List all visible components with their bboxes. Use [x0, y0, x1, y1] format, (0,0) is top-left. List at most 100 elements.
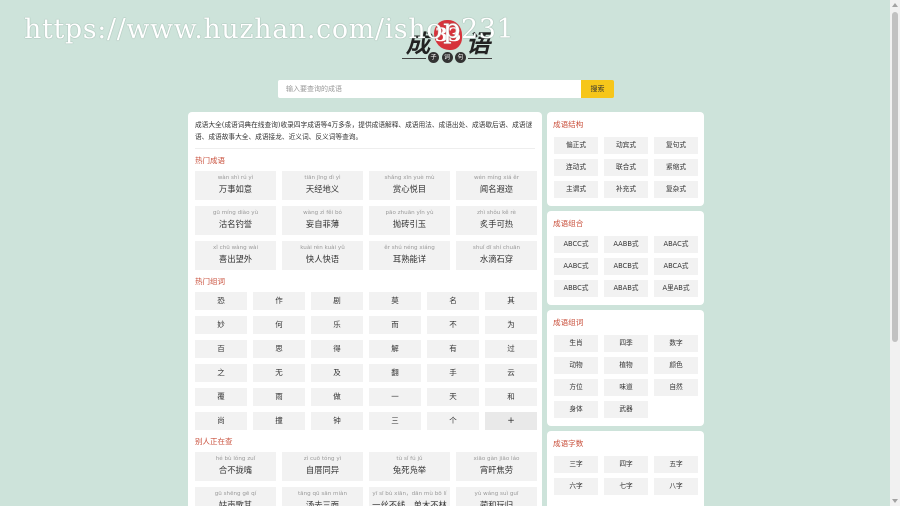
structure-chip[interactable]: 偏正式 — [554, 137, 598, 154]
word-chip[interactable]: 覆 — [195, 388, 247, 406]
idiom-card[interactable]: ěr shú néng xiáng 耳熟能详 — [369, 241, 450, 270]
idiom-card[interactable]: zhì shǒu kě rè 炙手可热 — [456, 206, 537, 235]
idiom-card[interactable]: xǐ chū wàng wài 喜出望外 — [195, 241, 276, 270]
combo-chip[interactable]: ABBC式 — [554, 280, 598, 297]
groupwords-chip[interactable]: 动物 — [554, 357, 598, 374]
idiom-card[interactable]: yù wáng suì guī 蔺和玩归 — [456, 487, 537, 506]
idiom-card[interactable]: hé bù lǒng zuǐ 合不拢嘴 — [195, 452, 276, 481]
idiom-card[interactable]: gū míng diào yù 沽名钓誉 — [195, 206, 276, 235]
idiom-card[interactable]: yī sī bù xiān，dān mù bō lí 一丝不线，单木不林 — [369, 487, 450, 506]
count-chip[interactable]: 三字 — [554, 456, 598, 473]
idiom-card[interactable]: wén míng xiá ěr 闻名遐迩 — [456, 171, 537, 200]
search-input[interactable] — [278, 80, 581, 98]
word-chip[interactable]: 不 — [427, 316, 479, 334]
word-chip[interactable]: 过 — [485, 340, 537, 358]
combo-chip[interactable]: AABB式 — [604, 236, 648, 253]
combo-chip[interactable]: AABC式 — [554, 258, 598, 275]
word-chip[interactable]: 有 — [427, 340, 479, 358]
scroll-down-icon[interactable] — [892, 499, 898, 503]
idiom-card[interactable]: gū shēng gē qí 姑声歌其 — [195, 487, 276, 506]
word-chip[interactable]: 天 — [427, 388, 479, 406]
structure-chip[interactable]: 紧缩式 — [654, 159, 698, 176]
word-chip[interactable]: 乐 — [311, 316, 363, 334]
idiom-card[interactable]: wàng zì fěi bó 妄自菲薄 — [282, 206, 363, 235]
word-chip[interactable]: 做 — [311, 388, 363, 406]
word-chip[interactable]: 为 — [485, 316, 537, 334]
word-chip[interactable]: 个 — [427, 412, 479, 430]
groupwords-chip[interactable]: 味道 — [604, 379, 648, 396]
more-words-button[interactable]: + — [485, 412, 537, 430]
word-chip[interactable]: 尚 — [195, 412, 247, 430]
idiom-card[interactable]: pāo zhuān yǐn yù 抛砖引玉 — [369, 206, 450, 235]
word-chip[interactable]: 及 — [311, 364, 363, 382]
structure-chip[interactable]: 复句式 — [654, 137, 698, 154]
count-chip[interactable]: 七字 — [604, 478, 648, 495]
idiom-word: 蔺和玩归 — [479, 500, 514, 506]
word-chip[interactable]: 撞 — [253, 412, 305, 430]
combo-chip[interactable]: ABCC式 — [554, 236, 598, 253]
groupwords-chip[interactable]: 植物 — [604, 357, 648, 374]
groupwords-chip[interactable]: 四季 — [604, 335, 648, 352]
word-chip[interactable]: 剧 — [311, 292, 363, 310]
idiom-card[interactable]: wàn shì rú yì 万事如意 — [195, 171, 276, 200]
count-chip[interactable]: 五字 — [654, 456, 698, 473]
structure-chip[interactable]: 主谓式 — [554, 181, 598, 198]
combo-chip[interactable]: ABCB式 — [604, 258, 648, 275]
idiom-card[interactable]: shuǐ dī shí chuān 水滴石穿 — [456, 241, 537, 270]
combo-chip[interactable]: ABCA式 — [654, 258, 698, 275]
idiom-card[interactable]: tāng qū sān miàn 汤去三面 — [282, 487, 363, 506]
word-chip[interactable]: 百 — [195, 340, 247, 358]
word-chip[interactable]: 其 — [485, 292, 537, 310]
groupwords-chip[interactable]: 数字 — [654, 335, 698, 352]
word-chip[interactable]: 名 — [427, 292, 479, 310]
word-chip[interactable]: 一 — [369, 388, 421, 406]
scroll-up-icon[interactable] — [892, 3, 898, 7]
word-chip[interactable]: 恐 — [195, 292, 247, 310]
structure-chip[interactable]: 联合式 — [604, 159, 648, 176]
word-chip[interactable]: 解 — [369, 340, 421, 358]
combo-chip[interactable]: ABAC式 — [654, 236, 698, 253]
search-button[interactable]: 搜索 — [581, 80, 614, 98]
hot-idioms-title: 热门成语 — [195, 156, 225, 165]
combo-chip[interactable]: ABAB式 — [604, 280, 648, 297]
groupwords-chip[interactable]: 方位 — [554, 379, 598, 396]
word-chip[interactable]: 钟 — [311, 412, 363, 430]
idiom-card[interactable]: tiān jīng dì yì 天经地义 — [282, 171, 363, 200]
word-chip[interactable]: 而 — [369, 316, 421, 334]
combo-chip[interactable]: A里AB式 — [654, 280, 698, 297]
scrollbar-thumb[interactable] — [892, 12, 898, 342]
structure-chip[interactable]: 复杂式 — [654, 181, 698, 198]
word-chip[interactable]: 云 — [485, 364, 537, 382]
word-chip[interactable]: 何 — [253, 316, 305, 334]
idiom-card[interactable]: zì cuō tóng yì 自厝同异 — [282, 452, 363, 481]
count-chip[interactable]: 四字 — [604, 456, 648, 473]
structure-chip[interactable]: 动宾式 — [604, 137, 648, 154]
groupwords-chip[interactable]: 生肖 — [554, 335, 598, 352]
word-chip[interactable]: 妙 — [195, 316, 247, 334]
groupwords-chip[interactable]: 武器 — [604, 401, 648, 418]
count-chip[interactable]: 八字 — [654, 478, 698, 495]
word-chip[interactable]: 作 — [253, 292, 305, 310]
structure-chip[interactable]: 补充式 — [604, 181, 648, 198]
idiom-card[interactable]: xiāo gàn jiāo láo 宵旰焦劳 — [456, 452, 537, 481]
word-chip[interactable]: 得 — [311, 340, 363, 358]
groupwords-chip[interactable]: 身体 — [554, 401, 598, 418]
groupwords-chip[interactable]: 自然 — [654, 379, 698, 396]
word-chip[interactable]: 雨 — [253, 388, 305, 406]
idiom-card[interactable]: kuài rén kuài yǔ 快人快语 — [282, 241, 363, 270]
idiom-card[interactable]: tù sǐ fú jǔ 兔死凫举 — [369, 452, 450, 481]
groupwords-chip[interactable]: 颜色 — [654, 357, 698, 374]
word-chip[interactable]: 思 — [253, 340, 305, 358]
word-chip[interactable]: 三 — [369, 412, 421, 430]
word-chip[interactable]: 和 — [485, 388, 537, 406]
word-chip[interactable]: 翻 — [369, 364, 421, 382]
page-scrollbar[interactable] — [890, 0, 900, 506]
structure-panel: 成语结构 偏正式 动宾式 复句式 连动式 联合式 紧缩式 主谓式 补充式 复杂式 — [547, 112, 704, 206]
word-chip[interactable]: 手 — [427, 364, 479, 382]
word-chip[interactable]: 无 — [253, 364, 305, 382]
structure-chip[interactable]: 连动式 — [554, 159, 598, 176]
word-chip[interactable]: 之 — [195, 364, 247, 382]
idiom-card[interactable]: shǎng xīn yuè mù 赏心悦目 — [369, 171, 450, 200]
word-chip[interactable]: 莫 — [369, 292, 421, 310]
count-chip[interactable]: 六字 — [554, 478, 598, 495]
